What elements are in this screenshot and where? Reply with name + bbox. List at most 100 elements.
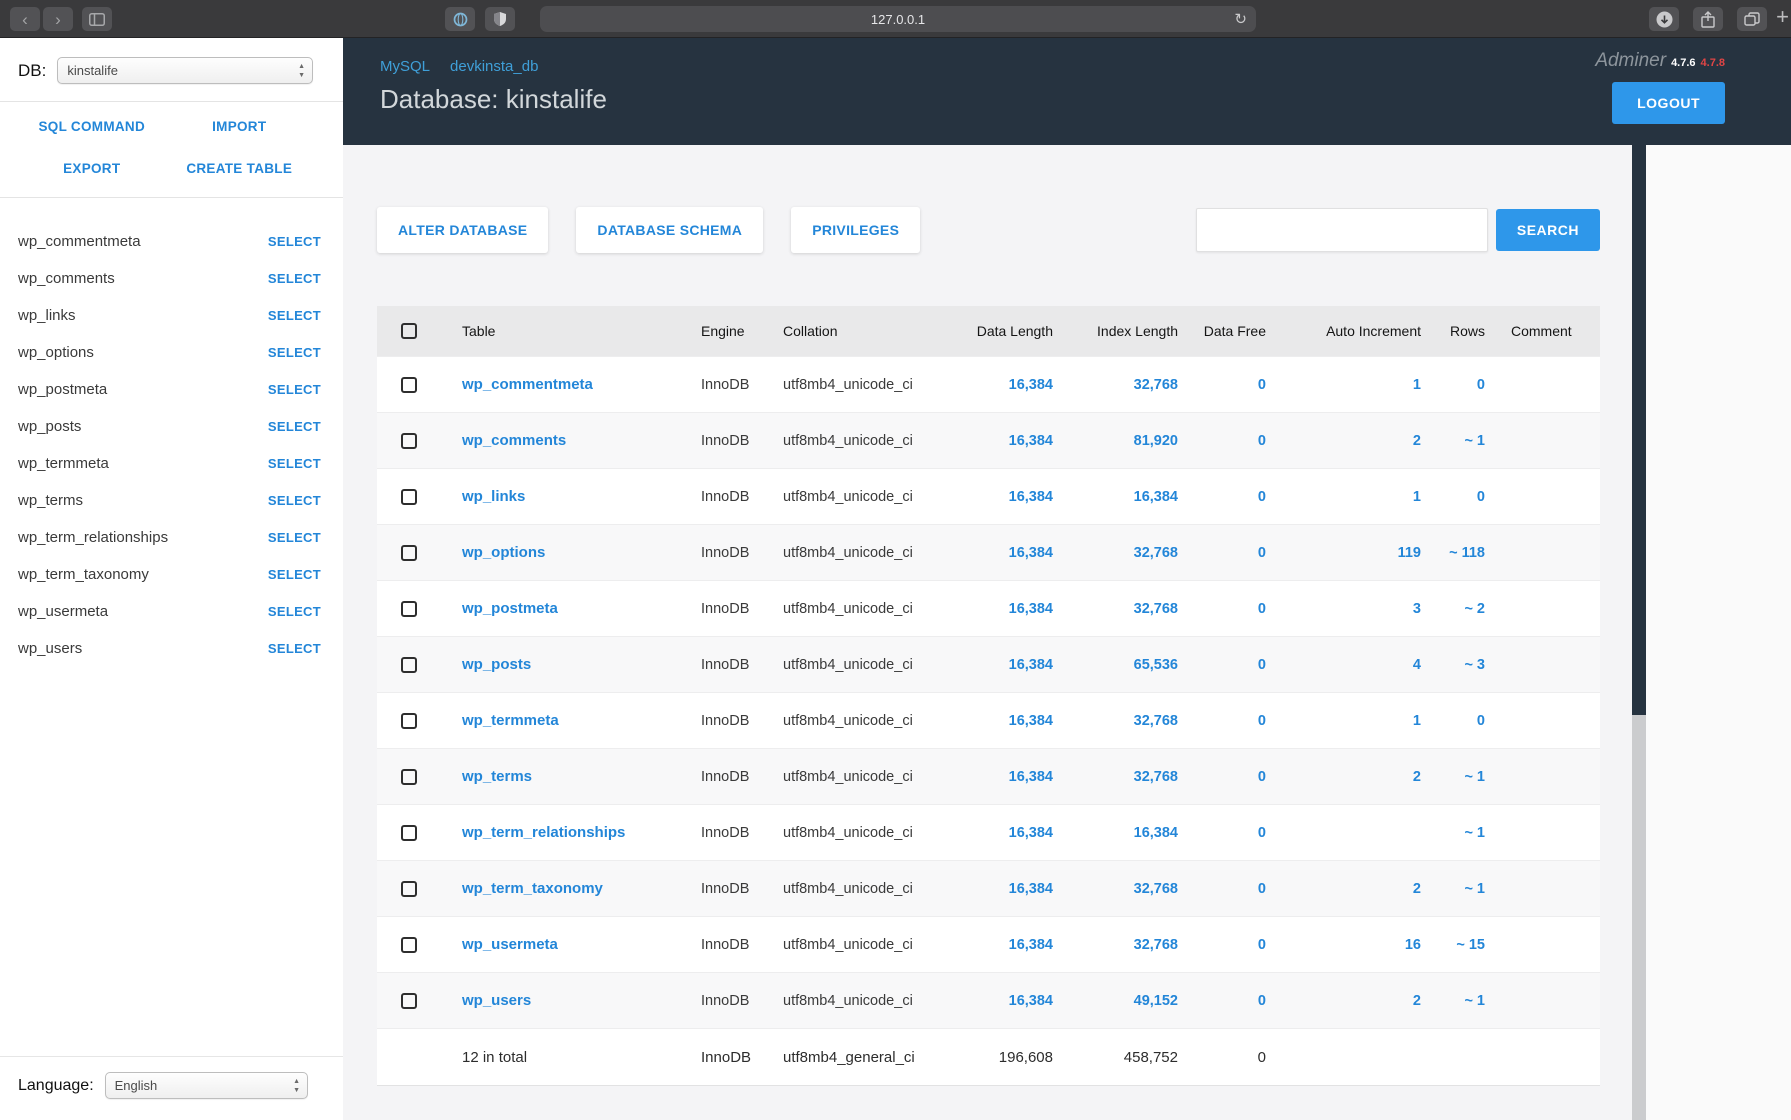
sidebar-table-link[interactable]: wp_terms (18, 492, 83, 509)
downloads-icon[interactable] (1649, 7, 1679, 31)
sidebar-select-link[interactable]: SELECT (268, 234, 321, 249)
extension-shield-icon[interactable] (485, 7, 515, 31)
footer-data-free: 0 (1188, 1049, 1276, 1066)
breadcrumb-server-link[interactable]: MySQL (380, 58, 430, 75)
breadcrumb-db-link[interactable]: devkinsta_db (450, 58, 538, 75)
sidebar-select-link[interactable]: SELECT (268, 530, 321, 545)
auto-increment-cell: 3 (1276, 601, 1431, 617)
language-select[interactable]: English ▲▼ (105, 1072, 308, 1099)
export-link[interactable]: EXPORT (63, 161, 120, 176)
row-checkbox[interactable] (401, 937, 417, 953)
data-length-cell: 16,384 (944, 545, 1063, 561)
sidebar-table-item: wp_links SELECT (18, 297, 321, 334)
row-checkbox[interactable] (401, 489, 417, 505)
adminer-new-version-link[interactable]: 4.7.8 (1701, 57, 1725, 69)
row-checkbox[interactable] (401, 993, 417, 1009)
row-checkbox[interactable] (401, 657, 417, 673)
sidebar-table-link[interactable]: wp_posts (18, 418, 81, 435)
engine-cell: InnoDB (689, 657, 773, 673)
sidebar-table-link[interactable]: wp_termmeta (18, 455, 109, 472)
sidebar-table-link[interactable]: wp_usermeta (18, 603, 108, 620)
table-name-link[interactable]: wp_posts (462, 656, 531, 673)
adminer-brand: Adminer (1595, 50, 1666, 71)
table-name-link[interactable]: wp_terms (462, 768, 532, 785)
url-bar[interactable]: 127.0.0.1 ↻ (540, 6, 1256, 32)
select-all-checkbox[interactable] (401, 323, 417, 339)
table-name-link[interactable]: wp_term_relationships (462, 824, 625, 841)
sidebar-select-link[interactable]: SELECT (268, 456, 321, 471)
sidebar-toggle-icon[interactable] (82, 7, 112, 31)
sidebar-table-link[interactable]: wp_options (18, 344, 94, 361)
auto-increment-cell: 1 (1276, 377, 1431, 393)
table-name-link[interactable]: wp_postmeta (462, 600, 558, 617)
sidebar-select-link[interactable]: SELECT (268, 382, 321, 397)
sidebar-select-link[interactable]: SELECT (268, 567, 321, 582)
table-row: wp_termmetaInnoDButf8mb4_unicode_ci16,38… (377, 692, 1600, 748)
forward-icon[interactable]: › (43, 7, 73, 31)
alter-database-button[interactable]: ALTER DATABASE (377, 207, 548, 253)
search-button[interactable]: SEARCH (1496, 209, 1600, 251)
sidebar-table-item: wp_terms SELECT (18, 482, 321, 519)
row-checkbox[interactable] (401, 769, 417, 785)
sidebar-table-link[interactable]: wp_links (18, 307, 76, 324)
search-input[interactable] (1196, 208, 1488, 252)
sidebar-table-item: wp_postmeta SELECT (18, 371, 321, 408)
import-link[interactable]: IMPORT (212, 119, 266, 134)
tabs-overview-icon[interactable] (1737, 7, 1767, 31)
table-name-link[interactable]: wp_term_taxonomy (462, 880, 603, 897)
row-checkbox[interactable] (401, 377, 417, 393)
table-name-link[interactable]: wp_termmeta (462, 712, 559, 729)
sidebar-table-link[interactable]: wp_users (18, 640, 82, 657)
sql-command-link[interactable]: SQL COMMAND (38, 119, 145, 134)
privileges-button[interactable]: PRIVILEGES (791, 207, 920, 253)
refresh-icon[interactable]: ↻ (1234, 10, 1247, 28)
sidebar-select-link[interactable]: SELECT (268, 493, 321, 508)
sidebar-table-link[interactable]: wp_comments (18, 270, 115, 287)
table-name-link[interactable]: wp_options (462, 544, 545, 561)
data-length-cell: 16,384 (944, 377, 1063, 393)
sidebar-table-link[interactable]: wp_postmeta (18, 381, 107, 398)
main-area: MySQL devkinsta_db Database: kinstalife … (343, 38, 1791, 1120)
table-name-link[interactable]: wp_usermeta (462, 936, 558, 953)
sidebar-table-link[interactable]: wp_commentmeta (18, 233, 141, 250)
checkbox-cell (377, 601, 440, 617)
footer-index-length: 458,752 (1063, 1049, 1188, 1066)
column-header-comment: Comment (1495, 323, 1600, 339)
table-name-link[interactable]: wp_links (462, 488, 525, 505)
table-name-link[interactable]: wp_commentmeta (462, 376, 593, 393)
collation-cell: utf8mb4_unicode_ci (773, 881, 944, 897)
auto-increment-cell: 1 (1276, 713, 1431, 729)
scrollbar-thumb[interactable] (1632, 145, 1646, 715)
logout-button[interactable]: LOGOUT (1612, 82, 1725, 124)
row-checkbox[interactable] (401, 881, 417, 897)
row-checkbox[interactable] (401, 545, 417, 561)
row-checkbox[interactable] (401, 825, 417, 841)
table-name-link[interactable]: wp_users (462, 992, 531, 1009)
data-free-cell: 0 (1188, 657, 1276, 673)
sidebar-select-link[interactable]: SELECT (268, 604, 321, 619)
sidebar-select-link[interactable]: SELECT (268, 271, 321, 286)
content-scrollbar[interactable] (1632, 145, 1646, 1120)
checkbox-cell (377, 323, 440, 339)
db-select[interactable]: kinstalife ▲▼ (57, 57, 313, 84)
sidebar-table-item: wp_users SELECT (18, 630, 321, 667)
row-checkbox[interactable] (401, 601, 417, 617)
table-name-link[interactable]: wp_comments (462, 432, 566, 449)
rows-cell: ~ 1 (1431, 993, 1495, 1009)
sidebar-table-link[interactable]: wp_term_taxonomy (18, 566, 149, 583)
index-length-cell: 32,768 (1063, 377, 1188, 393)
sidebar-select-link[interactable]: SELECT (268, 419, 321, 434)
extension-circle-icon[interactable] (445, 7, 475, 31)
row-checkbox[interactable] (401, 433, 417, 449)
back-icon[interactable]: ‹ (10, 7, 40, 31)
tables-table: TableEngineCollationData LengthIndex Len… (377, 306, 1600, 1086)
sidebar-table-link[interactable]: wp_term_relationships (18, 529, 168, 546)
database-schema-button[interactable]: DATABASE SCHEMA (576, 207, 763, 253)
sidebar-select-link[interactable]: SELECT (268, 345, 321, 360)
sidebar-select-link[interactable]: SELECT (268, 641, 321, 656)
new-tab-icon[interactable]: + (1776, 4, 1789, 30)
sidebar-select-link[interactable]: SELECT (268, 308, 321, 323)
share-icon[interactable] (1693, 7, 1723, 31)
create-table-link[interactable]: CREATE TABLE (186, 161, 292, 176)
row-checkbox[interactable] (401, 713, 417, 729)
